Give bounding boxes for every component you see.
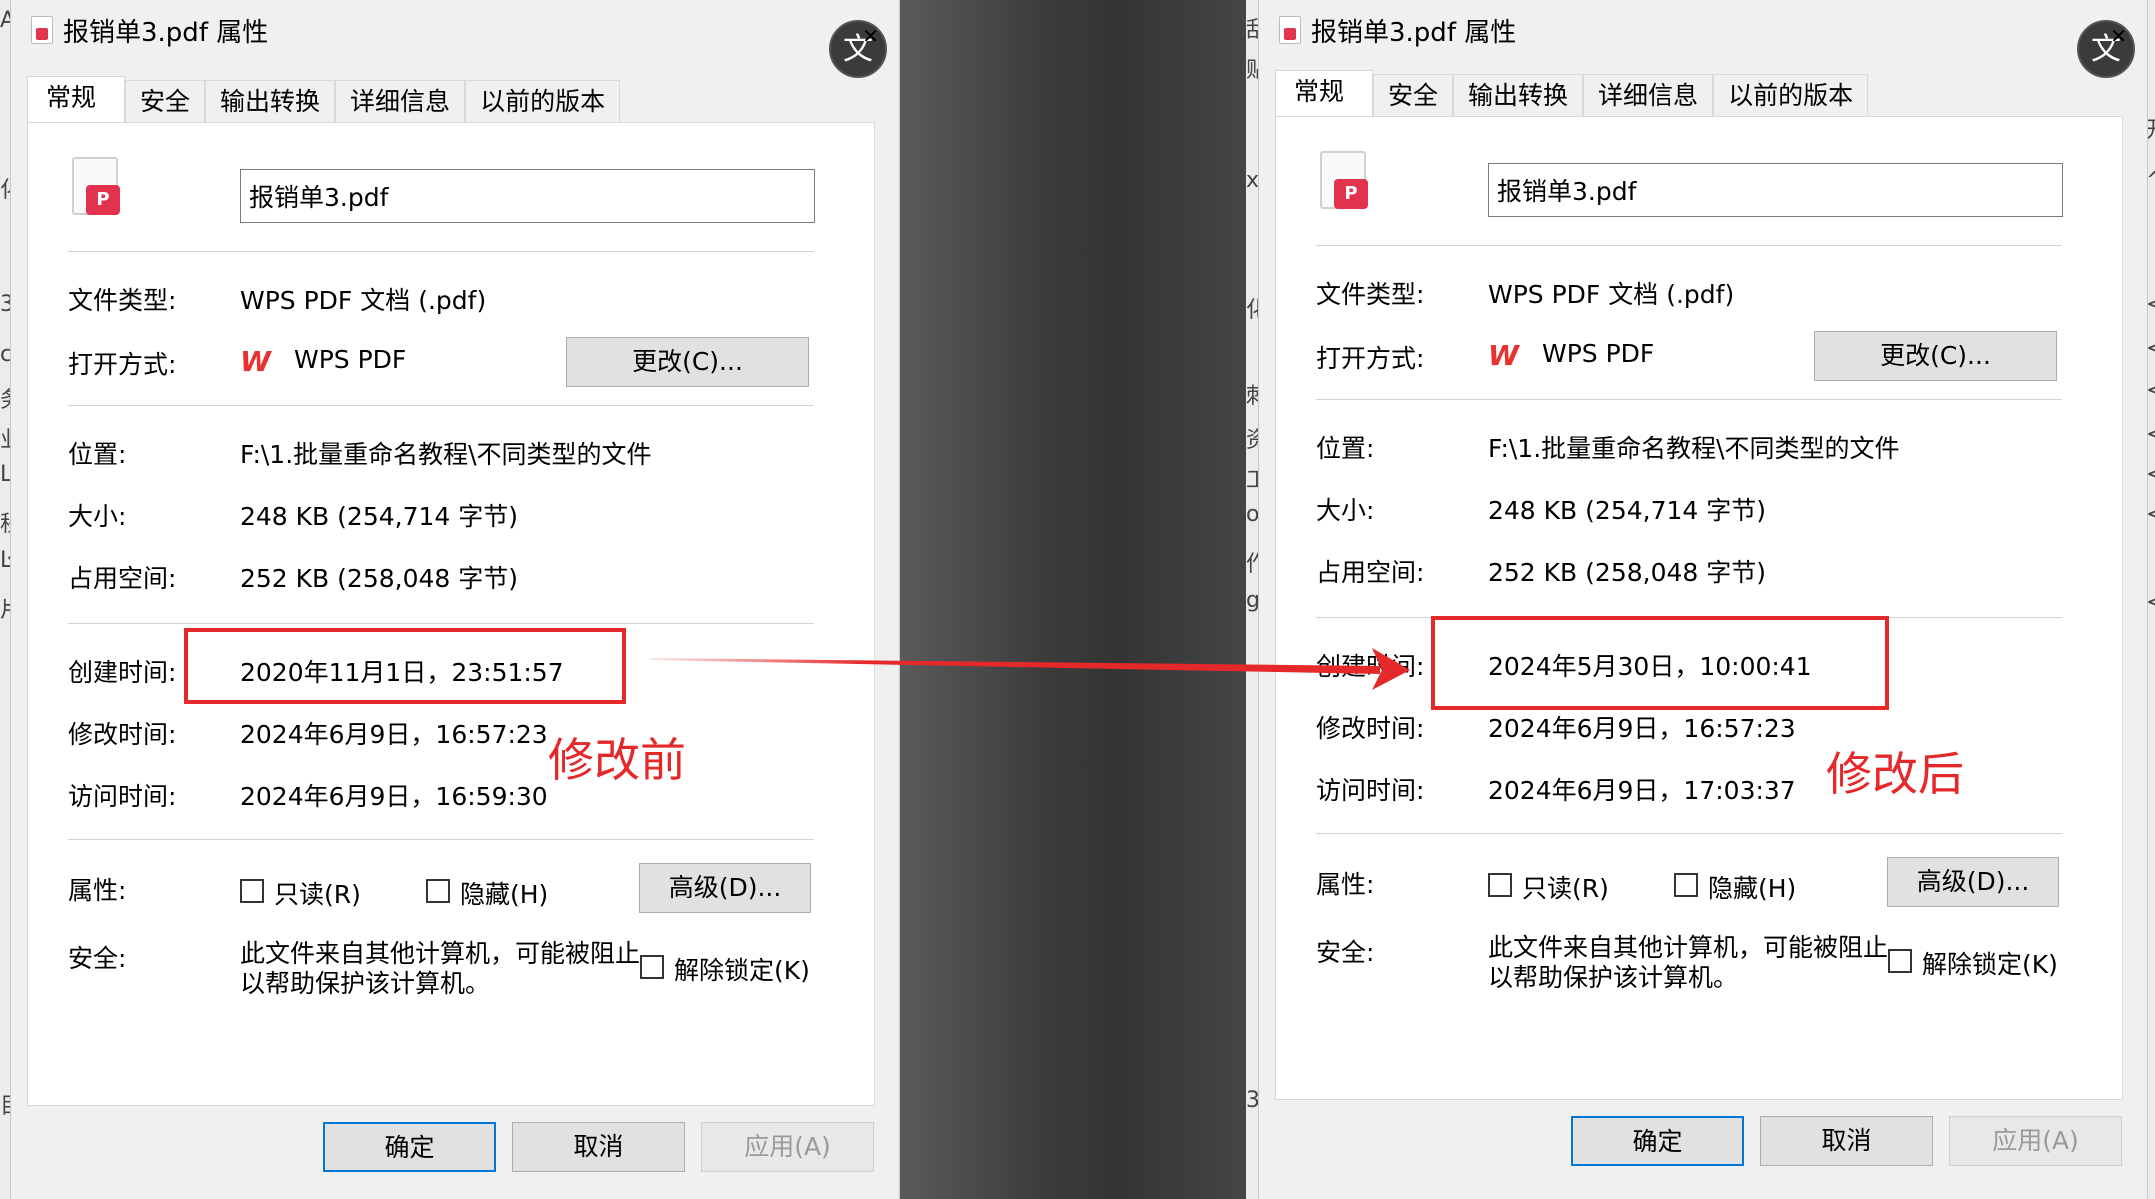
annotation-after-label: 修改后 (1826, 747, 1964, 801)
annotation-before-label: 修改前 (548, 733, 686, 787)
arrow-shaft (650, 658, 1380, 674)
arrow-annotation (650, 648, 1410, 690)
